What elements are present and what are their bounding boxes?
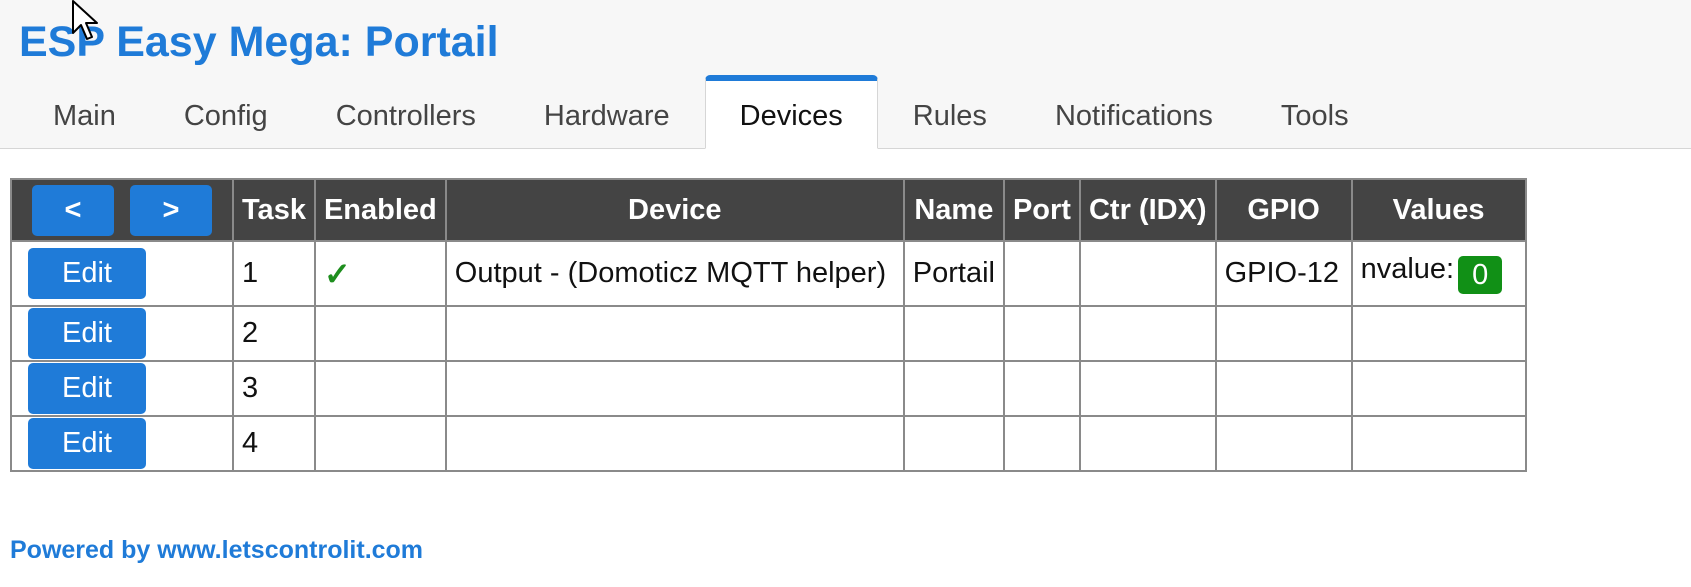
tab-notifications[interactable]: Notifications: [1021, 75, 1247, 149]
enabled-cell: [313, 305, 447, 362]
mouse-pointer-icon: [72, 0, 98, 40]
tab-hardware[interactable]: Hardware: [510, 75, 704, 149]
port-cell: [1002, 240, 1081, 307]
edit-task-button[interactable]: Edit: [28, 248, 146, 299]
table-row: Edit 1 ✓ Output - (Domoticz MQTT helper)…: [10, 240, 1527, 307]
port-cell: [1002, 305, 1081, 362]
prev-page-button[interactable]: <: [32, 184, 114, 236]
edit-task-button[interactable]: Edit: [28, 363, 146, 414]
name-cell: [902, 415, 1005, 472]
edit-task-button[interactable]: Edit: [28, 418, 146, 469]
enabled-cell: [313, 415, 447, 472]
header-values: Values: [1350, 178, 1527, 242]
devices-panel: < > Task Enabled Device Name Port Ctr (ID…: [10, 178, 1527, 472]
name-cell: [902, 360, 1005, 417]
table-row: Edit 3: [10, 360, 1527, 417]
name-cell: [902, 305, 1005, 362]
next-page-button[interactable]: >: [130, 184, 212, 236]
pager-cell: < >: [10, 178, 234, 242]
tab-tools[interactable]: Tools: [1247, 75, 1383, 149]
task-number: 3: [232, 360, 316, 417]
values-cell: nvalue: 0: [1350, 240, 1527, 307]
edit-cell: Edit: [10, 360, 234, 417]
tab-controllers[interactable]: Controllers: [302, 75, 510, 149]
values-cell: [1350, 305, 1527, 362]
device-cell: Output - (Domoticz MQTT helper): [444, 240, 905, 307]
header-enabled: Enabled: [313, 178, 447, 242]
enabled-cell: [313, 360, 447, 417]
value-label: nvalue:: [1360, 253, 1455, 285]
header-ctr-idx: Ctr (IDX): [1078, 178, 1217, 242]
values-cell: [1350, 415, 1527, 472]
tab-config[interactable]: Config: [150, 75, 302, 149]
device-cell: [444, 415, 905, 472]
header-name: Name: [902, 178, 1005, 242]
device-cell: [444, 360, 905, 417]
edit-cell: Edit: [10, 305, 234, 362]
ctr-idx-cell: [1078, 415, 1217, 472]
ctr-idx-cell: [1078, 240, 1217, 307]
gpio-cell: [1214, 305, 1353, 362]
edit-cell: Edit: [10, 415, 234, 472]
header-port: Port: [1002, 178, 1081, 242]
header-device: Device: [444, 178, 905, 242]
gpio-cell: GPIO-12: [1214, 240, 1353, 307]
task-number: 4: [232, 415, 316, 472]
ctr-idx-cell: [1078, 305, 1217, 362]
table-row: Edit 2: [10, 305, 1527, 362]
enabled-cell: ✓: [313, 240, 447, 307]
check-icon: ✓: [323, 255, 351, 292]
main-nav-tabs: Main Config Controllers Hardware Devices…: [19, 75, 1383, 149]
tab-rules[interactable]: Rules: [879, 75, 1021, 149]
value-badge: 0: [1458, 256, 1503, 294]
page-header: ESP Easy Mega: Portail Main Config Contr…: [0, 0, 1691, 149]
port-cell: [1002, 415, 1081, 472]
edit-cell: Edit: [10, 240, 234, 307]
edit-task-button[interactable]: Edit: [28, 308, 146, 359]
task-number: 1: [232, 240, 316, 307]
values-cell: [1350, 360, 1527, 417]
gpio-cell: [1214, 415, 1353, 472]
device-cell: [444, 305, 905, 362]
header-gpio: GPIO: [1214, 178, 1353, 242]
table-row: Edit 4: [10, 415, 1527, 472]
devices-table: < > Task Enabled Device Name Port Ctr (ID…: [10, 178, 1527, 472]
tab-devices[interactable]: Devices: [704, 75, 878, 149]
table-header-row: < > Task Enabled Device Name Port Ctr (ID…: [10, 178, 1527, 242]
powered-by-link[interactable]: Powered by www.letscontrolit.com: [10, 536, 423, 565]
tab-main[interactable]: Main: [19, 75, 150, 149]
ctr-idx-cell: [1078, 360, 1217, 417]
name-cell: Portail: [902, 240, 1005, 307]
port-cell: [1002, 360, 1081, 417]
gpio-cell: [1214, 360, 1353, 417]
header-task: Task: [232, 178, 316, 242]
task-number: 2: [232, 305, 316, 362]
